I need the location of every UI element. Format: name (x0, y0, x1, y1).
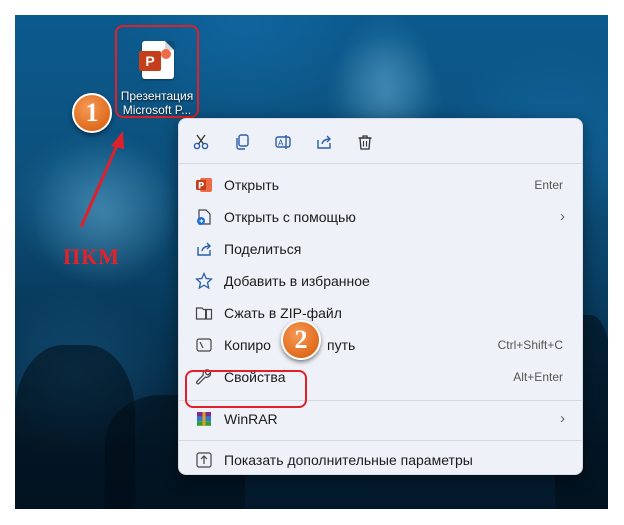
menu-item-label: Показать дополнительные параметры (224, 452, 473, 468)
context-menu: A P Открыть Enter Открыть с помощью › По… (178, 118, 583, 475)
open-with-icon (195, 208, 213, 226)
chevron-right-icon: › (560, 208, 565, 225)
rename-icon[interactable]: A (270, 129, 296, 155)
cut-icon[interactable] (188, 129, 214, 155)
menu-item-shortcut: Enter (534, 178, 563, 192)
svg-text:A: A (278, 139, 284, 148)
menu-item-show-more-options[interactable]: Показать дополнительные параметры (187, 445, 576, 475)
menu-separator (179, 440, 582, 441)
menu-separator (179, 163, 582, 164)
chevron-right-icon: › (560, 410, 565, 427)
copy-icon[interactable] (229, 129, 255, 155)
svg-text:P: P (198, 182, 204, 192)
menu-item-label-end: путь (327, 337, 356, 353)
menu-item-share[interactable]: Поделиться (187, 234, 576, 264)
desktop-screenshot: P Презентация Microsoft P... 1 ПКМ A P О… (15, 15, 608, 509)
delete-icon[interactable] (352, 129, 378, 155)
menu-item-open[interactable]: P Открыть Enter (187, 170, 576, 200)
powerpoint-icon: P (195, 176, 213, 194)
menu-item-label: Поделиться (224, 241, 302, 257)
context-menu-toolbar: A (179, 127, 582, 157)
star-icon (195, 272, 213, 290)
menu-item-label: Добавить в избранное (224, 273, 370, 289)
menu-item-shortcut: Ctrl+Shift+C (497, 338, 563, 352)
menu-item-label: WinRAR (224, 411, 278, 427)
properties-highlight (185, 370, 307, 408)
menu-item-winrar[interactable]: WinRAR › (187, 404, 576, 434)
share-icon[interactable] (311, 129, 337, 155)
winrar-icon (195, 410, 213, 428)
share-icon (195, 240, 213, 258)
menu-item-label-start: Копиро (224, 337, 271, 353)
menu-item-shortcut: Alt+Enter (513, 370, 563, 384)
copy-path-icon (195, 336, 213, 354)
step-2-marker: 2 (281, 320, 321, 360)
zip-folder-icon (195, 304, 213, 322)
menu-item-add-favorites[interactable]: Добавить в избранное (187, 266, 576, 296)
menu-item-label: Открыть (224, 177, 279, 193)
more-options-icon (195, 451, 213, 469)
right-click-label: ПКМ (63, 244, 120, 269)
menu-item-compress-zip[interactable]: Сжать в ZIP-файл (187, 298, 576, 328)
menu-item-copy-as-path[interactable]: Копиро путь Ctrl+Shift+C (187, 330, 576, 360)
menu-item-open-with[interactable]: Открыть с помощью › (187, 202, 576, 232)
step-1-marker: 1 (72, 93, 112, 133)
menu-item-label: Сжать в ZIP-файл (224, 305, 342, 321)
menu-item-label: Открыть с помощью (224, 209, 356, 225)
